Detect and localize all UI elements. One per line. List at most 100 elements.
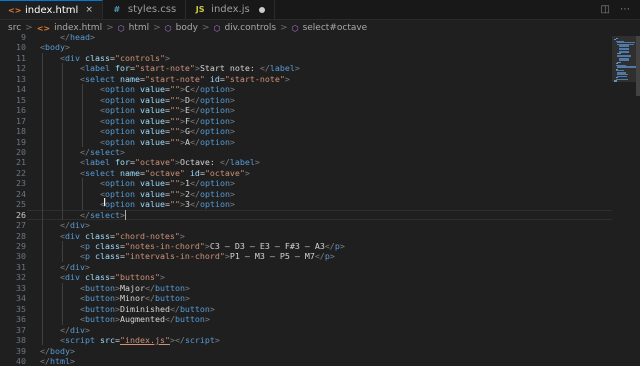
- editor-scrollbar[interactable]: [636, 36, 640, 96]
- token: Octave:: [179, 157, 220, 168]
- code-line[interactable]: 21 <label for="octave">Octave: </label>: [0, 157, 612, 167]
- code-line[interactable]: 19 <option value="">A</option>: [0, 137, 612, 147]
- token: value: [139, 84, 165, 95]
- token: label: [269, 63, 295, 74]
- code-line[interactable]: 31 </div>: [0, 262, 612, 272]
- tab-styles-css[interactable]: # styles.css: [103, 0, 187, 19]
- code-line[interactable]: 30 <p class="intervals-in-chord">P1 – M3 …: [0, 251, 612, 261]
- code-text: <select name="octave" id="octave">: [80, 168, 250, 178]
- code-line[interactable]: 32 <div class="buttons">: [0, 272, 612, 282]
- token: C3 – D3 – E3 – F#3 – A3: [209, 241, 325, 251]
- code-line[interactable]: 20 </select>: [0, 147, 612, 157]
- token: >: [184, 282, 190, 293]
- code-line[interactable]: 23 <option value="">1</option>: [0, 178, 612, 188]
- token: >: [85, 324, 90, 335]
- token: >: [294, 63, 300, 74]
- token: value: [139, 105, 165, 116]
- code-line[interactable]: 16 <option value="">E</option>: [0, 105, 612, 115]
- token: option: [199, 94, 230, 105]
- line-number: 24: [16, 188, 26, 199]
- line-number: 10: [16, 42, 26, 53]
- line-number: 20: [16, 146, 26, 157]
- code-line[interactable]: 15 <option value="">D</option>: [0, 95, 612, 105]
- code-line[interactable]: 29 <p class="notes-in-chord">C3 – D3 – E3…: [0, 241, 612, 251]
- code-line[interactable]: 17 <option value="">F</option>: [0, 116, 612, 126]
- code-line[interactable]: 18 <option value="">G</option>: [0, 126, 612, 136]
- token: >: [214, 335, 220, 346]
- token: value: [139, 188, 165, 199]
- token: >: [229, 94, 235, 105]
- close-icon[interactable]: ×: [85, 5, 93, 15]
- code-line[interactable]: 40 </html>: [0, 356, 612, 366]
- token: button: [174, 314, 205, 325]
- code-line[interactable]: 10 <body>: [0, 42, 612, 52]
- editor-tab-bar: <> index.html × # styles.css JS index.js ◫ ⋯: [0, 0, 640, 20]
- code-line[interactable]: 34 <button>Minor</button>: [0, 293, 612, 303]
- token: button: [85, 303, 115, 314]
- token: id: [209, 73, 220, 84]
- token: for: [114, 157, 130, 168]
- tab-label: index.html: [25, 4, 79, 16]
- code-line[interactable]: 39 </body>: [0, 346, 612, 356]
- minimap-line: [617, 75, 628, 77]
- code-text: <p class="intervals-in-chord">P1 – M3 – …: [80, 251, 335, 261]
- code-line[interactable]: 36 <button>Augmented</button>: [0, 314, 612, 324]
- line-number: 21: [16, 157, 26, 168]
- code-line[interactable]: 37 </div>: [0, 325, 612, 335]
- code-line[interactable]: 14 <option value="">C</option>: [0, 84, 612, 94]
- token: option: [105, 136, 135, 147]
- code-line[interactable]: 22 <select name="octave" id="octave">: [0, 168, 612, 178]
- code-line[interactable]: 24 <option value="">2</option>: [0, 189, 612, 199]
- indent-guide: [62, 282, 63, 325]
- code-line[interactable]: 25 <option value="">3</option>: [0, 199, 612, 209]
- token: >: [89, 32, 95, 42]
- tab-index-js[interactable]: JS index.js: [186, 0, 275, 19]
- split-editor-icon[interactable]: ◫: [601, 4, 610, 15]
- token: </: [80, 209, 90, 220]
- code-line[interactable]: 12 <label for="start-note">Start note: </…: [0, 63, 612, 73]
- token: option: [105, 115, 135, 126]
- token: option: [105, 84, 135, 95]
- line-number: 13: [16, 73, 26, 84]
- code-text: </body>: [40, 346, 75, 356]
- unsaved-dot-icon[interactable]: [258, 6, 265, 13]
- code-line[interactable]: 27 </div>: [0, 220, 612, 230]
- code-line[interactable]: 11 <div class="controls">: [0, 53, 612, 63]
- line-number: 23: [16, 178, 26, 189]
- more-actions-icon[interactable]: ⋯: [620, 4, 630, 15]
- code-line[interactable]: 13 <select name="start-note" id="start-no…: [0, 74, 612, 84]
- token: >: [229, 188, 235, 199]
- token: Start note:: [199, 63, 260, 74]
- token: select: [85, 73, 115, 84]
- token: option: [105, 178, 135, 189]
- code-text: <button>Major</button>: [80, 283, 190, 293]
- code-text: </select>: [80, 210, 125, 220]
- token: </: [164, 314, 175, 325]
- code-line[interactable]: 33 <button>Major</button>: [0, 283, 612, 293]
- code-line[interactable]: 38 <script src="index.js"></script>: [0, 335, 612, 345]
- minimap-line: [614, 81, 617, 83]
- code-line[interactable]: 28 <div class="chord-notes">: [0, 231, 612, 241]
- code-text: <option value="">C</option>: [100, 84, 235, 94]
- line-number: 28: [16, 230, 26, 241]
- code-line[interactable]: 26 </select>: [0, 210, 612, 220]
- line-number: 37: [16, 324, 26, 335]
- text-cursor: [125, 209, 126, 220]
- line-number: 17: [16, 115, 26, 126]
- token: select: [90, 209, 120, 220]
- token: Major: [119, 282, 145, 293]
- code-editor[interactable]: 9 </head> 10 <body> 11 <div class="controls">…: [0, 32, 640, 366]
- code-text: <body>: [40, 42, 70, 52]
- token: option: [105, 94, 135, 105]
- token: label: [85, 63, 110, 74]
- token: >: [85, 220, 90, 231]
- tab-index-html[interactable]: <> index.html ×: [0, 0, 103, 19]
- code-text: <option value="">E</option>: [100, 105, 235, 115]
- token: </: [60, 324, 70, 335]
- code-line[interactable]: 35 <button>Diminished</button>: [0, 304, 612, 314]
- line-number: 31: [16, 261, 26, 272]
- token: "": [169, 126, 180, 137]
- token: </: [80, 146, 90, 157]
- code-line[interactable]: 9 </head>: [0, 32, 612, 42]
- code-text: </div>: [60, 220, 90, 230]
